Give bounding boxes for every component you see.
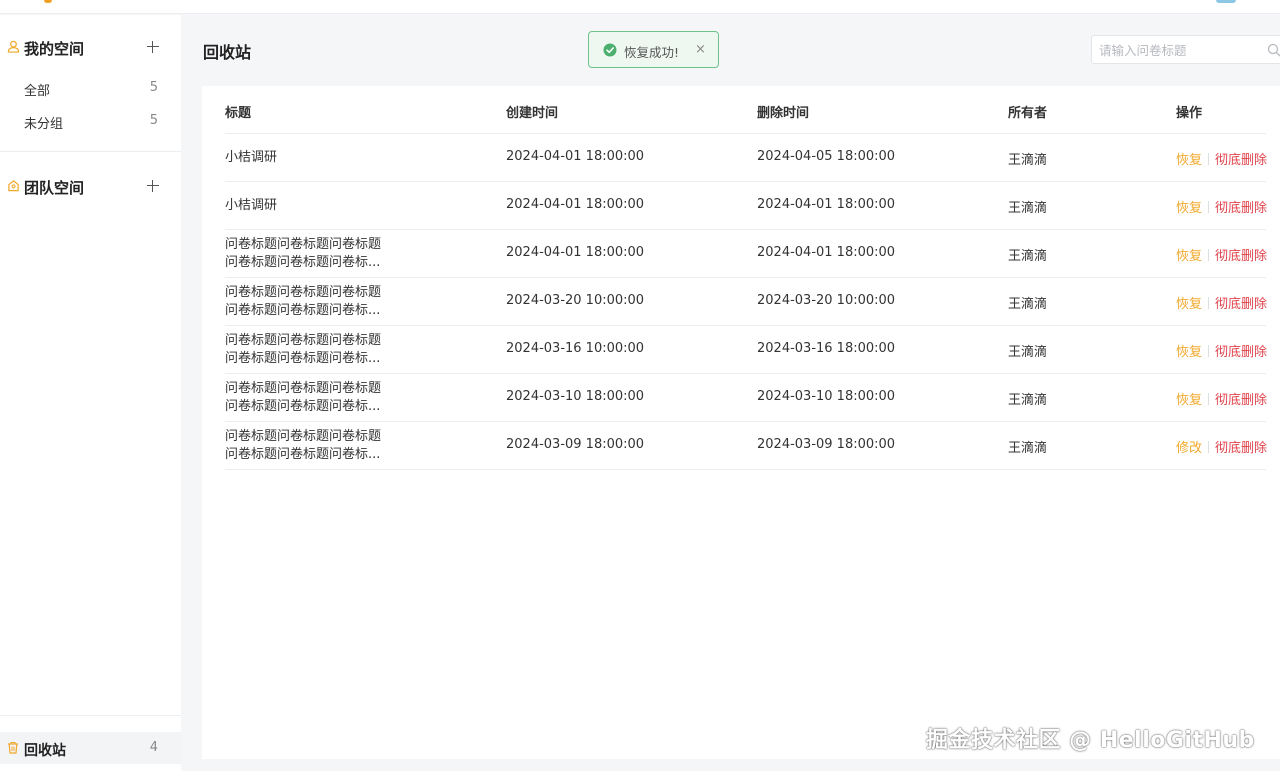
table-row: 小桔调研 2024-04-01 18:00:00 2024-04-01 18:0… [225,182,1267,230]
sidebar: 我的空间 全部 5 未分组 5 团队空间 回收站 4 [0,15,181,771]
row-created: 2024-03-16 10:00:00 [506,341,645,356]
row-deleted: 2024-03-09 18:00:00 [757,437,896,452]
delete-permanently-button[interactable]: 彻底删除 [1215,393,1267,408]
team-space-header[interactable]: 团队空间 [0,170,181,202]
delete-permanently-button[interactable]: 彻底删除 [1215,345,1267,360]
delete-permanently-button[interactable]: 彻底删除 [1215,201,1267,216]
logo[interactable] [44,0,52,3]
toast-message: 恢复成功! [624,45,680,60]
row-owner: 王滴滴 [1008,393,1048,408]
row-deleted: 2024-03-16 18:00:00 [757,341,896,356]
row-actions: 恢复 彻底删除 [1176,245,1267,264]
table-row: 问卷标题问卷标题问卷标题 问卷标题问卷标题问卷标... 2024-04-01 18… [225,230,1267,278]
sidebar-item-label: 全部 [24,84,51,99]
row-title: 问卷标题问卷标题问卷标题 问卷标题问卷标题问卷标... [225,333,382,366]
add-my-space-icon[interactable] [145,39,161,55]
team-icon [8,180,19,192]
header-title: 标题 [225,106,252,121]
row-actions: 修改 彻底删除 [1176,437,1267,456]
row-created: 2024-04-01 18:00:00 [506,149,645,164]
sidebar-item-count: 4 [149,740,158,755]
trash-icon [8,741,18,754]
search-icon[interactable] [1267,43,1280,57]
row-deleted: 2024-03-10 18:00:00 [757,389,896,404]
row-owner: 王滴滴 [1008,201,1048,216]
sidebar-item-ungrouped[interactable]: 未分组 5 [0,107,181,135]
row-deleted: 2024-03-20 10:00:00 [757,293,896,308]
restore-button[interactable]: 恢复 [1176,393,1202,408]
row-title: 小桔调研 [225,150,278,165]
row-actions: 恢复 彻底删除 [1176,149,1267,168]
row-created: 2024-04-01 18:00:00 [506,245,645,260]
sidebar-divider [0,151,181,152]
restore-button[interactable]: 恢复 [1176,153,1202,168]
row-actions: 恢复 彻底删除 [1176,341,1267,360]
edit-button[interactable]: 修改 [1176,441,1202,456]
row-created: 2024-04-01 18:00:00 [506,197,645,212]
table-row: 问卷标题问卷标题问卷标题 问卷标题问卷标题问卷标... 2024-03-16 10… [225,326,1267,374]
trash-table: 标题 创建时间 删除时间 所有者 操作 小桔调研 2024-04-01 18:0… [202,86,1280,759]
row-title: 问卷标题问卷标题问卷标题 问卷标题问卷标题问卷标... [225,285,382,318]
row-actions: 恢复 彻底删除 [1176,389,1267,408]
my-space-header[interactable]: 我的空间 [0,31,181,63]
row-title: 问卷标题问卷标题问卷标题 问卷标题问卷标题问卷标... [225,381,382,414]
my-space-title: 我的空间 [24,40,85,58]
sidebar-item-all[interactable]: 全部 5 [0,74,181,102]
page-title: 回收站 [203,43,252,62]
delete-permanently-button[interactable]: 彻底删除 [1215,249,1267,264]
row-owner: 王滴滴 [1008,153,1048,168]
row-deleted: 2024-04-05 18:00:00 [757,149,896,164]
row-owner: 王滴滴 [1008,249,1048,264]
row-title: 问卷标题问卷标题问卷标题 问卷标题问卷标题问卷标... [225,429,382,462]
delete-permanently-button[interactable]: 彻底删除 [1215,153,1267,168]
row-owner: 王滴滴 [1008,297,1048,312]
search-input[interactable] [1099,40,1259,60]
header-owner: 所有者 [1008,106,1048,121]
row-deleted: 2024-04-01 18:00:00 [757,197,896,212]
table-header: 标题 创建时间 删除时间 所有者 操作 [225,86,1266,134]
sidebar-item-count: 5 [149,80,158,95]
row-title: 问卷标题问卷标题问卷标题 问卷标题问卷标题问卷标... [225,237,382,270]
restore-button[interactable]: 恢复 [1176,297,1202,312]
sidebar-item-count: 5 [149,113,158,128]
restore-button[interactable]: 恢复 [1176,345,1202,360]
success-toast: 恢复成功! × [588,31,719,68]
check-circle-icon [603,43,617,57]
sidebar-divider [0,715,181,716]
header-created: 创建时间 [506,106,559,121]
row-owner: 王滴滴 [1008,441,1048,456]
header-actions: 操作 [1176,106,1203,121]
search-box [1091,35,1280,64]
table-row: 问卷标题问卷标题问卷标题 问卷标题问卷标题问卷标... 2024-03-09 18… [225,422,1267,470]
row-owner: 王滴滴 [1008,345,1048,360]
team-space-title: 团队空间 [24,179,85,197]
top-bar [0,0,1280,14]
row-deleted: 2024-04-01 18:00:00 [757,245,896,260]
delete-permanently-button[interactable]: 彻底删除 [1215,441,1267,456]
sidebar-item-label: 回收站 [24,743,66,759]
row-created: 2024-03-10 18:00:00 [506,389,645,404]
delete-permanently-button[interactable]: 彻底删除 [1215,297,1267,312]
sidebar-item-label: 未分组 [24,117,64,132]
sidebar-item-trash[interactable]: 回收站 4 [0,732,181,764]
table-row: 问卷标题问卷标题问卷标题 问卷标题问卷标题问卷标... 2024-03-20 10… [225,278,1267,326]
watermark: 掘金技术社区 @ HelloGitHub [926,728,1255,753]
table-row: 小桔调研 2024-04-01 18:00:00 2024-04-05 18:0… [225,134,1267,182]
restore-button[interactable]: 恢复 [1176,201,1202,216]
row-actions: 恢复 彻底删除 [1176,197,1267,216]
avatar[interactable] [1216,0,1236,3]
user-icon [7,40,20,53]
row-title: 小桔调研 [225,198,278,213]
row-created: 2024-03-09 18:00:00 [506,437,645,452]
row-created: 2024-03-20 10:00:00 [506,293,645,308]
row-actions: 恢复 彻底删除 [1176,293,1267,312]
table-row: 问卷标题问卷标题问卷标题 问卷标题问卷标题问卷标... 2024-03-10 18… [225,374,1267,422]
header-deleted: 删除时间 [757,106,810,121]
add-team-space-icon[interactable] [145,178,161,194]
close-icon[interactable]: × [695,42,706,57]
restore-button[interactable]: 恢复 [1176,249,1202,264]
